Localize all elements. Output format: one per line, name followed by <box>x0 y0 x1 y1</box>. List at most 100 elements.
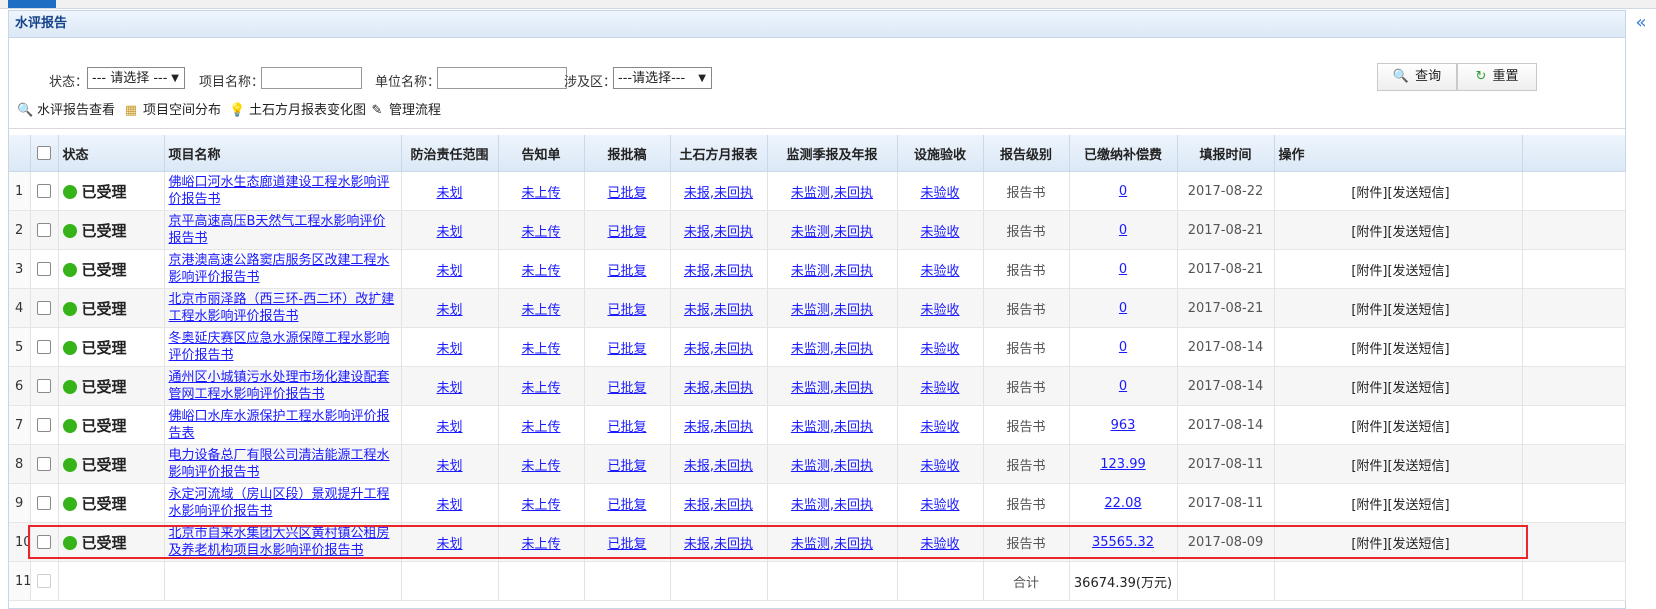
project-name-link[interactable]: 电力设备总厂有限公司清洁能源工程水影响评价报告书 <box>169 448 390 480</box>
project-name-link[interactable]: 佛峪口水库水源保护工程水影响评价报告表 <box>169 409 390 441</box>
row-select[interactable] <box>30 171 59 211</box>
earthwork-link[interactable]: 未报,未回执 <box>684 459 753 474</box>
fee-link[interactable]: 963 <box>1111 418 1136 433</box>
row-select[interactable] <box>30 405 59 445</box>
acceptance-link[interactable]: 未验收 <box>920 381 959 396</box>
fee-link[interactable]: 0 <box>1119 184 1127 199</box>
acceptance-link[interactable]: 未验收 <box>920 186 959 201</box>
scope-link[interactable]: 未划 <box>436 381 462 396</box>
earthwork-link[interactable]: 未报,未回执 <box>684 342 753 357</box>
earthwork-link[interactable]: 未报,未回执 <box>684 420 753 435</box>
scope-link[interactable]: 未划 <box>436 498 462 513</box>
row-checkbox[interactable] <box>37 496 51 510</box>
acceptance-link[interactable]: 未验收 <box>920 459 959 474</box>
earthwork-link[interactable]: 未报,未回执 <box>684 186 753 201</box>
table-row[interactable]: 8 已受理 电力设备总厂有限公司清洁能源工程水影响评价报告书 未划 未上传 已批复 未报,未… <box>9 444 1626 484</box>
monitoring-link[interactable]: 未监测,未回执 <box>791 381 873 396</box>
project-name-link[interactable]: 永定河流域（房山区段）景观提升工程水影响评价报告书 <box>169 487 390 519</box>
operations-cell[interactable]: [附件][发送短信] <box>1274 249 1523 289</box>
scope-link[interactable]: 未划 <box>436 420 462 435</box>
operations-cell[interactable]: [附件][发送短信] <box>1274 288 1523 328</box>
monitoring-link[interactable]: 未监测,未回执 <box>791 264 873 279</box>
header-monitoring[interactable]: 监测季报及年报 <box>767 135 898 172</box>
project-name-link[interactable]: 京港澳高速公路窦店服务区改建工程水影响评价报告书 <box>169 253 390 285</box>
collapse-panel-icon[interactable]: « <box>1630 12 1652 34</box>
earthwork-link[interactable]: 未报,未回执 <box>684 264 753 279</box>
row-checkbox[interactable] <box>37 223 51 237</box>
fee-link[interactable]: 0 <box>1119 262 1127 277</box>
project-name-link[interactable]: 佛峪口河水生态廊道建设工程水影响评价报告书 <box>169 175 390 207</box>
acceptance-link[interactable]: 未验收 <box>920 225 959 240</box>
operations-cell[interactable]: [附件][发送短信] <box>1274 444 1523 484</box>
query-button[interactable]: 🔍 查询 <box>1377 63 1457 91</box>
fee-link[interactable]: 0 <box>1119 340 1127 355</box>
notice-link[interactable]: 未上传 <box>521 420 560 435</box>
status-select[interactable]: --- 请选择 --- ▼ <box>87 67 185 89</box>
earthwork-link[interactable]: 未报,未回执 <box>684 381 753 396</box>
earthwork-link[interactable]: 未报,未回执 <box>684 225 753 240</box>
approval-link[interactable]: 已批复 <box>607 420 646 435</box>
reset-button[interactable]: ↻ 重置 <box>1457 63 1537 91</box>
scope-link[interactable]: 未划 <box>436 186 462 201</box>
acceptance-link[interactable]: 未验收 <box>920 303 959 318</box>
project-name-link[interactable]: 通州区小城镇污水处理市场化建设配套管网工程水影响评价报告书 <box>169 370 390 402</box>
approval-link[interactable]: 已批复 <box>607 381 646 396</box>
acceptance-link[interactable]: 未验收 <box>920 420 959 435</box>
operations-cell[interactable]: [附件][发送短信] <box>1274 171 1523 211</box>
scope-link[interactable]: 未划 <box>436 303 462 318</box>
operations-cell[interactable]: [附件][发送短信] <box>1274 327 1523 367</box>
operations-cell[interactable]: [附件][发送短信] <box>1274 366 1523 406</box>
notice-link[interactable]: 未上传 <box>521 264 560 279</box>
operations-cell[interactable]: [附件][发送短信] <box>1274 405 1523 445</box>
fee-link[interactable]: 123.99 <box>1100 457 1146 472</box>
header-scope[interactable]: 防治责任范围 <box>401 135 499 172</box>
approval-link[interactable]: 已批复 <box>607 459 646 474</box>
row-select[interactable] <box>30 366 59 406</box>
table-row[interactable]: 9 已受理 永定河流域（房山区段）景观提升工程水影响评价报告书 未划 未上传 已批复 未报,… <box>9 483 1626 523</box>
header-approval[interactable]: 报批稿 <box>584 135 671 172</box>
notice-link[interactable]: 未上传 <box>521 342 560 357</box>
spatial-distribution-link[interactable]: ▦ 项目空间分布 <box>123 99 221 118</box>
monitoring-link[interactable]: 未监测,未回执 <box>791 342 873 357</box>
approval-link[interactable]: 已批复 <box>607 342 646 357</box>
header-notice[interactable]: 告知单 <box>498 135 585 172</box>
active-tab-marker[interactable] <box>8 0 56 8</box>
table-row[interactable]: 1 已受理 佛峪口河水生态廊道建设工程水影响评价报告书 未划 未上传 已批复 未报,未回执 未… <box>9 171 1626 211</box>
monitoring-link[interactable]: 未监测,未回执 <box>791 225 873 240</box>
notice-link[interactable]: 未上传 <box>521 498 560 513</box>
row-select[interactable] <box>30 249 59 289</box>
header-date[interactable]: 填报时间 <box>1177 135 1275 172</box>
row-checkbox[interactable] <box>37 262 51 276</box>
notice-link[interactable]: 未上传 <box>521 225 560 240</box>
row-checkbox[interactable] <box>37 301 51 315</box>
row-select[interactable] <box>30 483 59 523</box>
select-all-checkbox[interactable] <box>37 146 51 160</box>
operations-cell[interactable]: [附件][发送短信] <box>1274 210 1523 250</box>
approval-link[interactable]: 已批复 <box>607 186 646 201</box>
table-row[interactable]: 4 已受理 北京市丽泽路（西三环-西二环）改扩建工程水影响评价报告书 未划 未上传 已批复… <box>9 288 1626 328</box>
district-select[interactable]: ---请选择--- ▼ <box>613 67 712 89</box>
header-earthwork[interactable]: 土石方月报表 <box>670 135 768 172</box>
header-report-level[interactable]: 报告级别 <box>983 135 1070 172</box>
earthwork-chart-link[interactable]: 💡 土石方月报表变化图 <box>229 99 366 118</box>
monitoring-link[interactable]: 未监测,未回执 <box>791 498 873 513</box>
earthwork-link[interactable]: 未报,未回执 <box>684 498 753 513</box>
row-select[interactable] <box>30 288 59 328</box>
scope-link[interactable]: 未划 <box>436 225 462 240</box>
scope-link[interactable]: 未划 <box>436 264 462 279</box>
notice-link[interactable]: 未上传 <box>521 303 560 318</box>
monitoring-link[interactable]: 未监测,未回执 <box>791 303 873 318</box>
header-status[interactable]: 状态 <box>58 135 165 172</box>
row-select[interactable] <box>30 210 59 250</box>
notice-link[interactable]: 未上传 <box>521 381 560 396</box>
row-checkbox[interactable] <box>37 379 51 393</box>
approval-link[interactable]: 已批复 <box>607 303 646 318</box>
table-row[interactable]: 7 已受理 佛峪口水库水源保护工程水影响评价报告表 未划 未上传 已批复 未报,未回执 未监测… <box>9 405 1626 445</box>
scope-link[interactable]: 未划 <box>436 342 462 357</box>
fee-link[interactable]: 0 <box>1119 379 1127 394</box>
notice-link[interactable]: 未上传 <box>521 459 560 474</box>
project-name-link[interactable]: 京平高速高压B天然气工程水影响评价报告书 <box>169 214 386 246</box>
monitoring-link[interactable]: 未监测,未回执 <box>791 420 873 435</box>
header-project-name[interactable]: 项目名称 <box>164 135 402 172</box>
table-row[interactable]: 5 已受理 冬奥延庆赛区应急水源保障工程水影响评价报告书 未划 未上传 已批复 未报,未回执… <box>9 327 1626 367</box>
